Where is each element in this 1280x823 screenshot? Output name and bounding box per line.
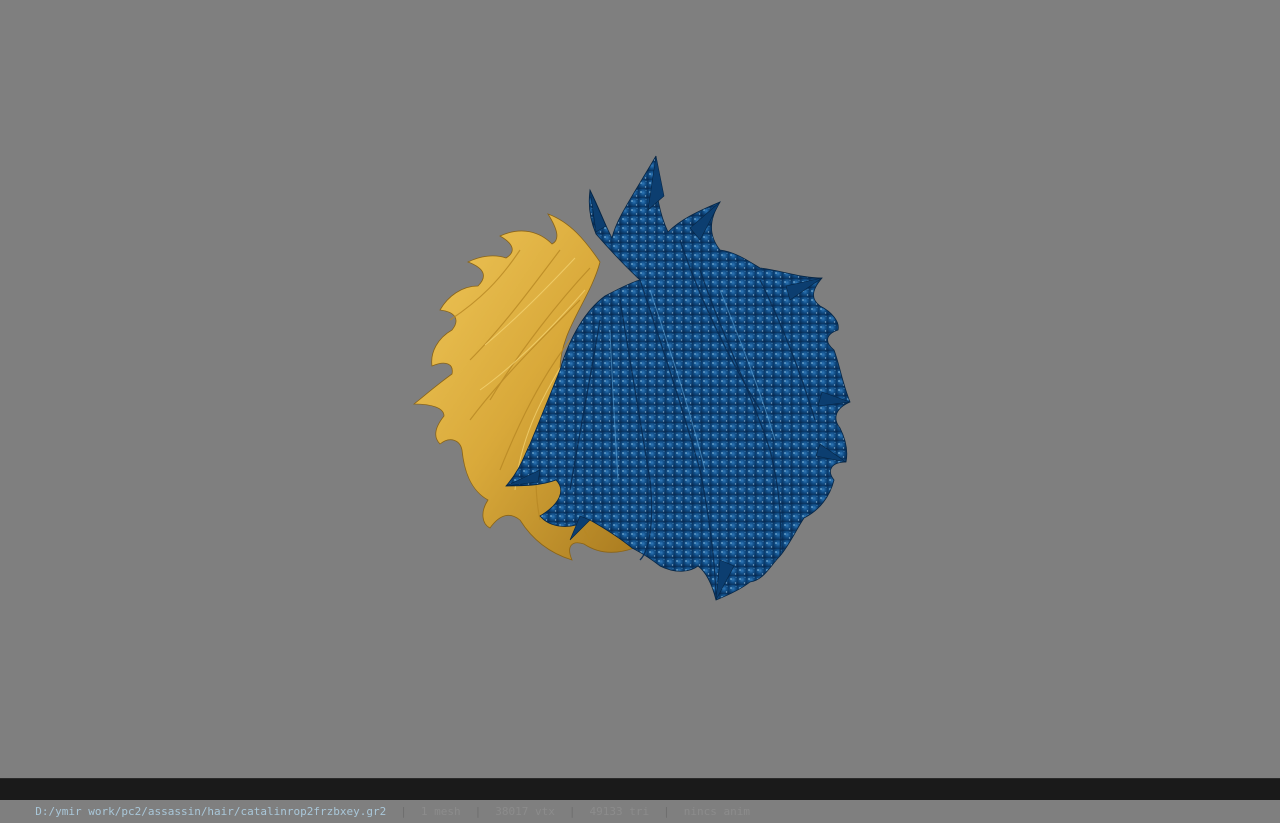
separator: | (400, 805, 407, 818)
separator: | (474, 805, 482, 818)
triangle-count: 49133 tri (589, 805, 650, 818)
3d-viewport[interactable] (0, 0, 1280, 778)
vertex-count: 38017 vtx (495, 805, 555, 818)
status-bar: D:/ymir work/pc2/assassin/hair/catalinro… (0, 778, 1280, 818)
file-path: D:/ymir work/pc2/assassin/hair/catalinro… (35, 805, 387, 818)
separator: | (568, 805, 576, 818)
separator: | (663, 805, 670, 818)
anim-info: nincs anim (683, 805, 750, 818)
hair-model-render[interactable] (0, 0, 1280, 778)
mesh-count: 1 mesh (420, 805, 461, 818)
